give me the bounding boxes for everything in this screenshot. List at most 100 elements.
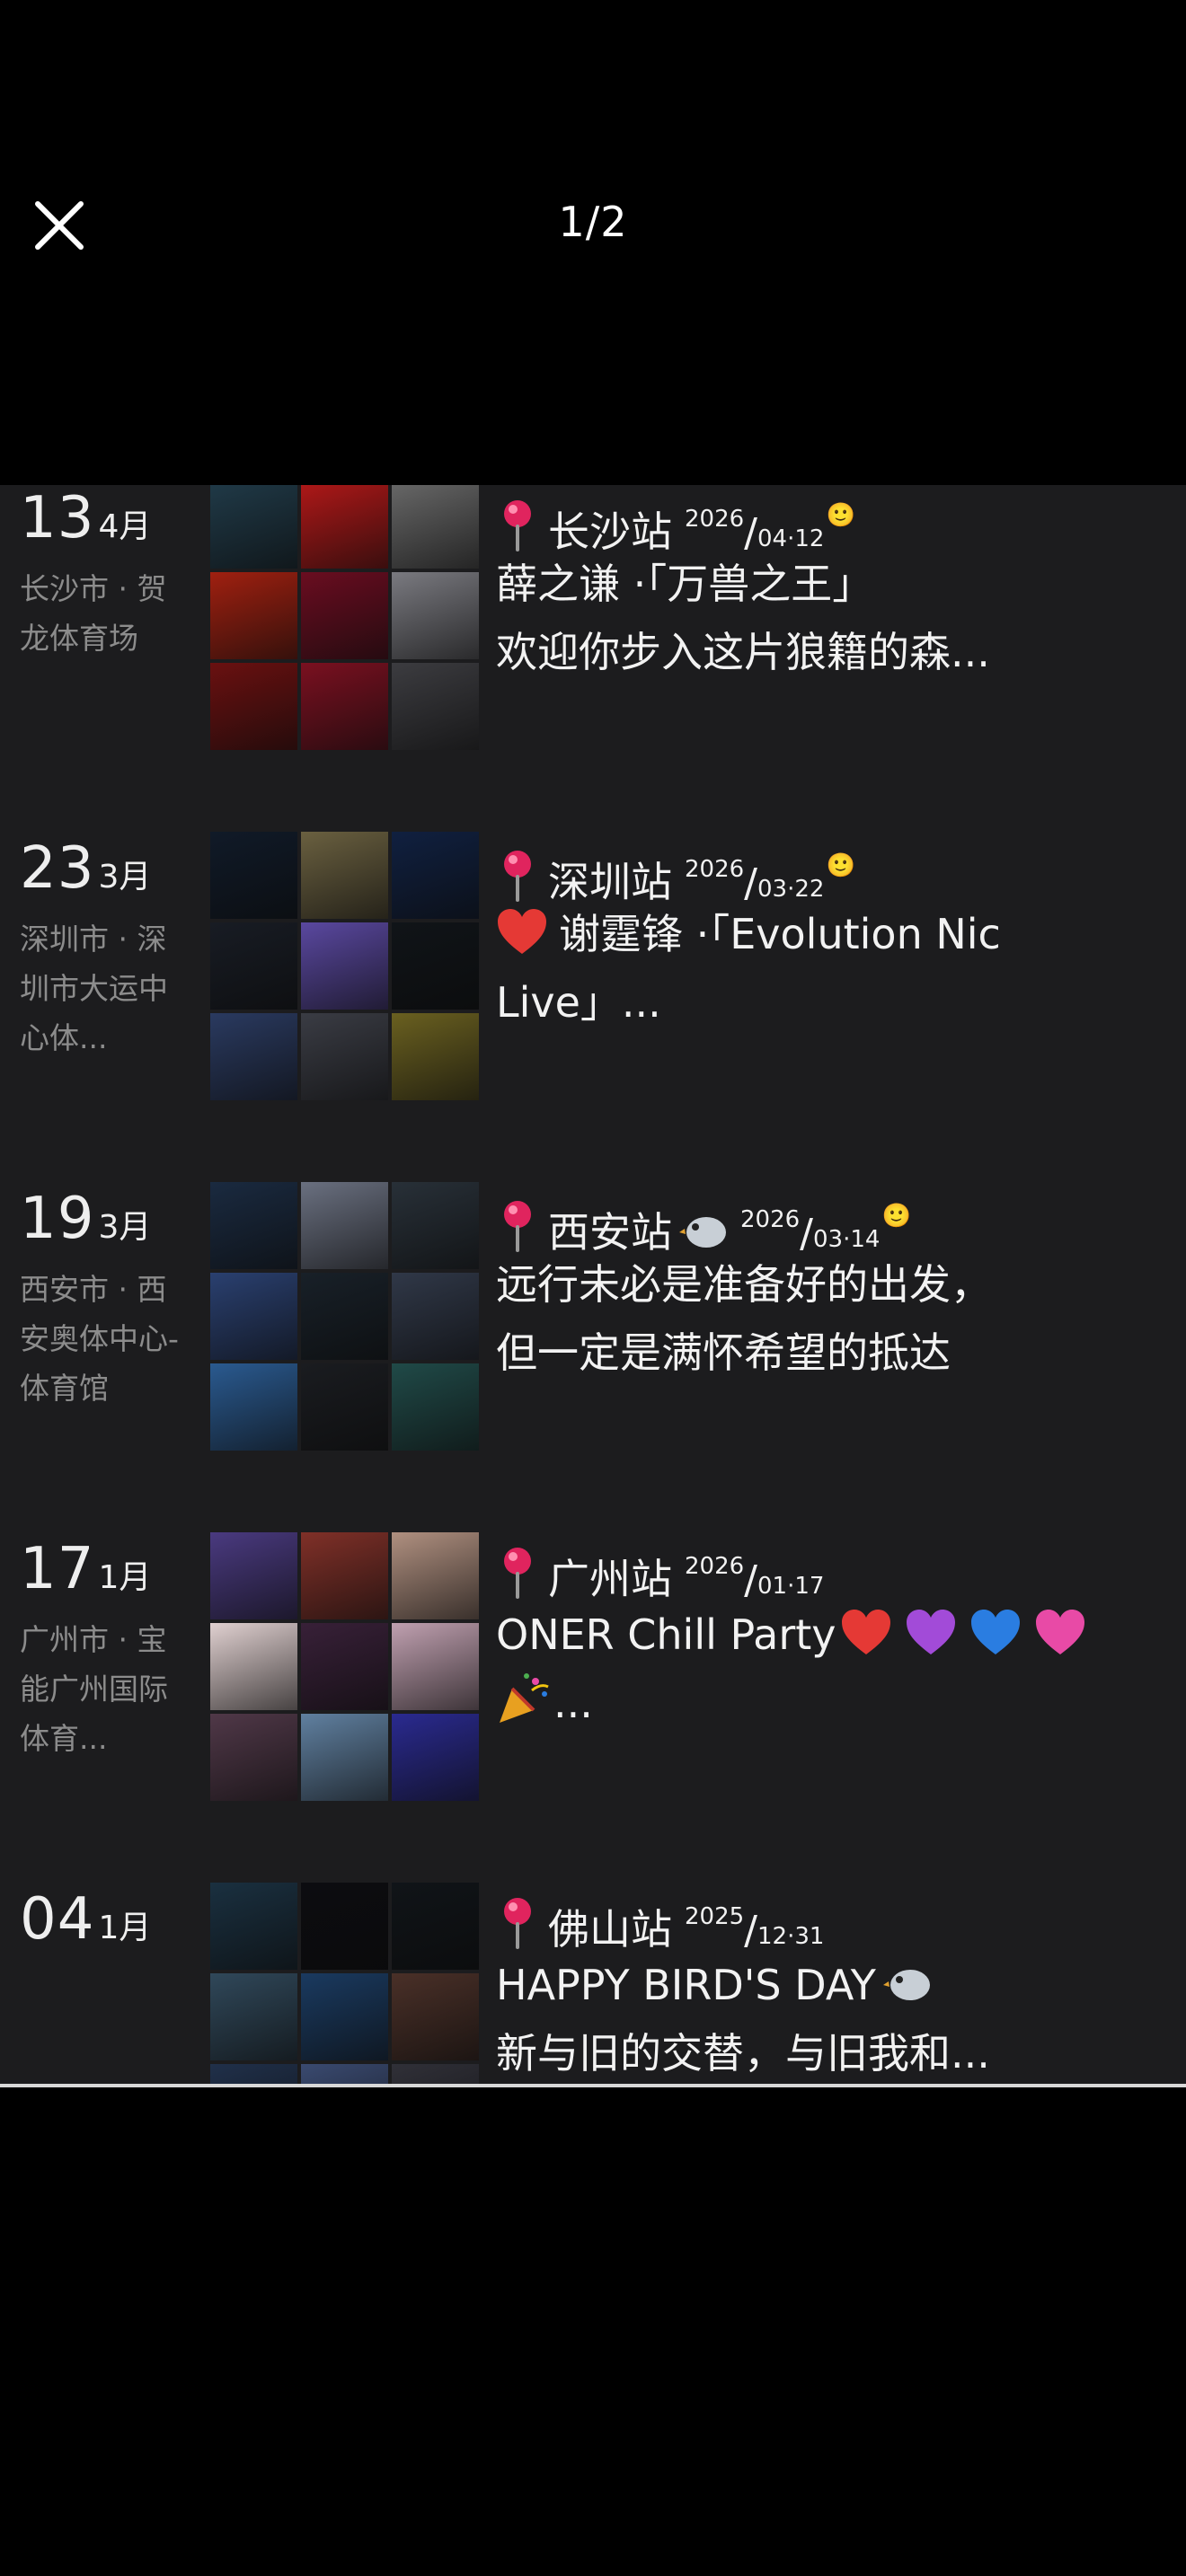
photo-thumbnail[interactable] (301, 1623, 388, 1710)
photo-thumbnail[interactable] (392, 1883, 479, 1970)
entry-location: 长沙市 · 贺龙体育场 (20, 571, 167, 656)
entry-date-tag: 2026/03·14🙂 (740, 1203, 911, 1257)
entry-month-day: 12·31 (757, 1923, 825, 1950)
photo-grid[interactable] (210, 1182, 480, 1451)
photo-thumbnail[interactable] (210, 1883, 297, 1970)
photo-thumbnail[interactable] (210, 1714, 297, 1801)
photo-thumbnail[interactable] (210, 1532, 297, 1619)
entry-date-tag: 2025/12·31 (685, 1903, 825, 1954)
list-item[interactable]: 04 1月 佛山站 2025/12·31 HAPPY BIRD'S DAY 新与旧的… (0, 1883, 1186, 2084)
entry-month: 1月 (98, 1559, 152, 1596)
description-line: ... (496, 1669, 1179, 1737)
photo-thumbnail[interactable] (301, 922, 388, 1010)
photo-thumbnail[interactable] (301, 2064, 388, 2084)
entry-year: 2026 (685, 506, 745, 533)
smile-icon: 🙂 (826, 852, 855, 879)
photo-thumbnail[interactable] (392, 485, 479, 569)
pushpin-icon (504, 1201, 531, 1252)
photo-thumbnail[interactable] (301, 1532, 388, 1619)
photo-thumbnail[interactable] (210, 832, 297, 919)
photo-thumbnail[interactable] (210, 572, 297, 659)
entry-date: 19 3月 (20, 1186, 151, 1252)
photo-thumbnail[interactable] (392, 1363, 479, 1451)
entry-location: 西安市 · 西安奥体中心-体育馆 (20, 1272, 179, 1406)
blue-heart-icon (970, 1610, 1020, 1654)
photo-thumbnail[interactable] (210, 1363, 297, 1451)
photo-thumbnail[interactable] (392, 1973, 479, 2060)
photo-thumbnail[interactable] (392, 1623, 479, 1710)
station-name: 长沙站 (548, 507, 672, 556)
red-heart-icon (841, 1610, 890, 1654)
entry-description: 谢霆锋 ·「Evolution Nic Live」... (496, 900, 1179, 1037)
description-line: 薛之谦 ·「万兽之王」 (496, 560, 874, 608)
photo-thumbnail[interactable] (301, 1182, 388, 1269)
photo-thumbnail[interactable] (392, 1182, 479, 1269)
pushpin-icon (504, 1898, 531, 1949)
entry-year: 2025 (685, 1903, 745, 1930)
close-button[interactable] (27, 193, 92, 258)
photo-thumbnail[interactable] (301, 1013, 388, 1100)
photo-grid[interactable] (210, 832, 480, 1101)
photo-thumbnail[interactable] (210, 663, 297, 750)
entry-date-tag: 2026/03·22🙂 (685, 852, 855, 906)
photo-thumbnail[interactable] (210, 485, 297, 569)
photo-thumbnail[interactable] (392, 572, 479, 659)
photo-thumbnail[interactable] (301, 572, 388, 659)
bird-icon (882, 1970, 930, 2000)
red-heart-icon (498, 909, 546, 954)
close-icon (35, 201, 84, 250)
photo-grid[interactable] (210, 485, 480, 751)
photo-thumbnail[interactable] (301, 663, 388, 750)
description-text: ... (553, 1679, 593, 1727)
list-item[interactable]: 13 4月 长沙市 · 贺龙体育场 长沙站 2026/04·12🙂 薛之谦 ·「万兽… (0, 485, 1186, 751)
photo-thumbnail[interactable] (392, 832, 479, 919)
photo-thumbnail[interactable] (392, 1013, 479, 1100)
photo-thumbnail[interactable] (392, 2064, 479, 2084)
photo-thumbnail[interactable] (392, 1273, 479, 1360)
list-item[interactable]: 19 3月 西安市 · 西安奥体中心-体育馆 西安站 2026/03·14🙂 远行未… (0, 1182, 1186, 1451)
station-name: 西安站 (548, 1208, 672, 1257)
entry-location: 广州市 · 宝能广州国际体育... (20, 1622, 168, 1756)
entry-day: 13 (20, 485, 95, 551)
photo-thumbnail[interactable] (210, 1273, 297, 1360)
photo-thumbnail[interactable] (210, 2064, 297, 2084)
photo-thumbnail[interactable] (392, 1714, 479, 1801)
description-line: 远行未必是准备好的出发， (496, 1260, 992, 1309)
entry-year: 2026 (685, 1553, 745, 1580)
station-name: 深圳站 (548, 858, 672, 906)
photo-thumbnail[interactable] (301, 485, 388, 569)
entry-day: 04 (20, 1886, 95, 1953)
entry-month-day: 01·17 (757, 1573, 825, 1600)
photo-thumbnail[interactable] (210, 1182, 297, 1269)
photo-thumbnail[interactable] (301, 1883, 388, 1970)
photo-thumbnail[interactable] (210, 1973, 297, 2060)
photo-grid[interactable] (210, 1532, 480, 1802)
photo-grid[interactable] (210, 1883, 480, 2084)
entry-date-tag: 2026/01·17 (685, 1553, 825, 1603)
entry-day: 17 (20, 1536, 95, 1602)
photo-thumbnail[interactable] (210, 922, 297, 1010)
description-line: 但一定是满怀希望的抵达 (496, 1328, 951, 1377)
photo-thumbnail[interactable] (301, 1363, 388, 1451)
screenshot-image[interactable]: 13 4月 长沙市 · 贺龙体育场 长沙站 2026/04·12🙂 薛之谦 ·「万兽… (0, 485, 1186, 2084)
list-item[interactable]: 23 3月 深圳市 · 深圳市大运中心体... 深圳站 2026/03·22🙂 谢霆… (0, 832, 1186, 1101)
photo-thumbnail[interactable] (392, 1532, 479, 1619)
entry-day: 19 (20, 1186, 95, 1252)
photo-thumbnail[interactable] (301, 1273, 388, 1360)
description-line: 新与旧的交替，与旧我和... (496, 2029, 990, 2078)
pushpin-icon (504, 851, 531, 902)
list-item[interactable]: 17 1月 广州市 · 宝能广州国际体育... 广州站 2026/01·17 ONE… (0, 1532, 1186, 1802)
description-line: HAPPY BIRD'S DAY (496, 1951, 1179, 2019)
photo-thumbnail[interactable] (301, 1973, 388, 2060)
description-line: ONER Chill Party (496, 1601, 1179, 1669)
photo-thumbnail[interactable] (301, 832, 388, 919)
photo-thumbnail[interactable] (301, 1714, 388, 1801)
description-text: HAPPY BIRD'S DAY (496, 1961, 876, 2009)
entry-day: 23 (20, 835, 95, 902)
photo-thumbnail[interactable] (392, 922, 479, 1010)
photo-thumbnail[interactable] (392, 663, 479, 750)
photo-thumbnail[interactable] (210, 1013, 297, 1100)
photo-thumbnail[interactable] (210, 1623, 297, 1710)
entry-date: 04 1月 (20, 1886, 151, 1953)
entry-date: 17 1月 (20, 1536, 151, 1602)
